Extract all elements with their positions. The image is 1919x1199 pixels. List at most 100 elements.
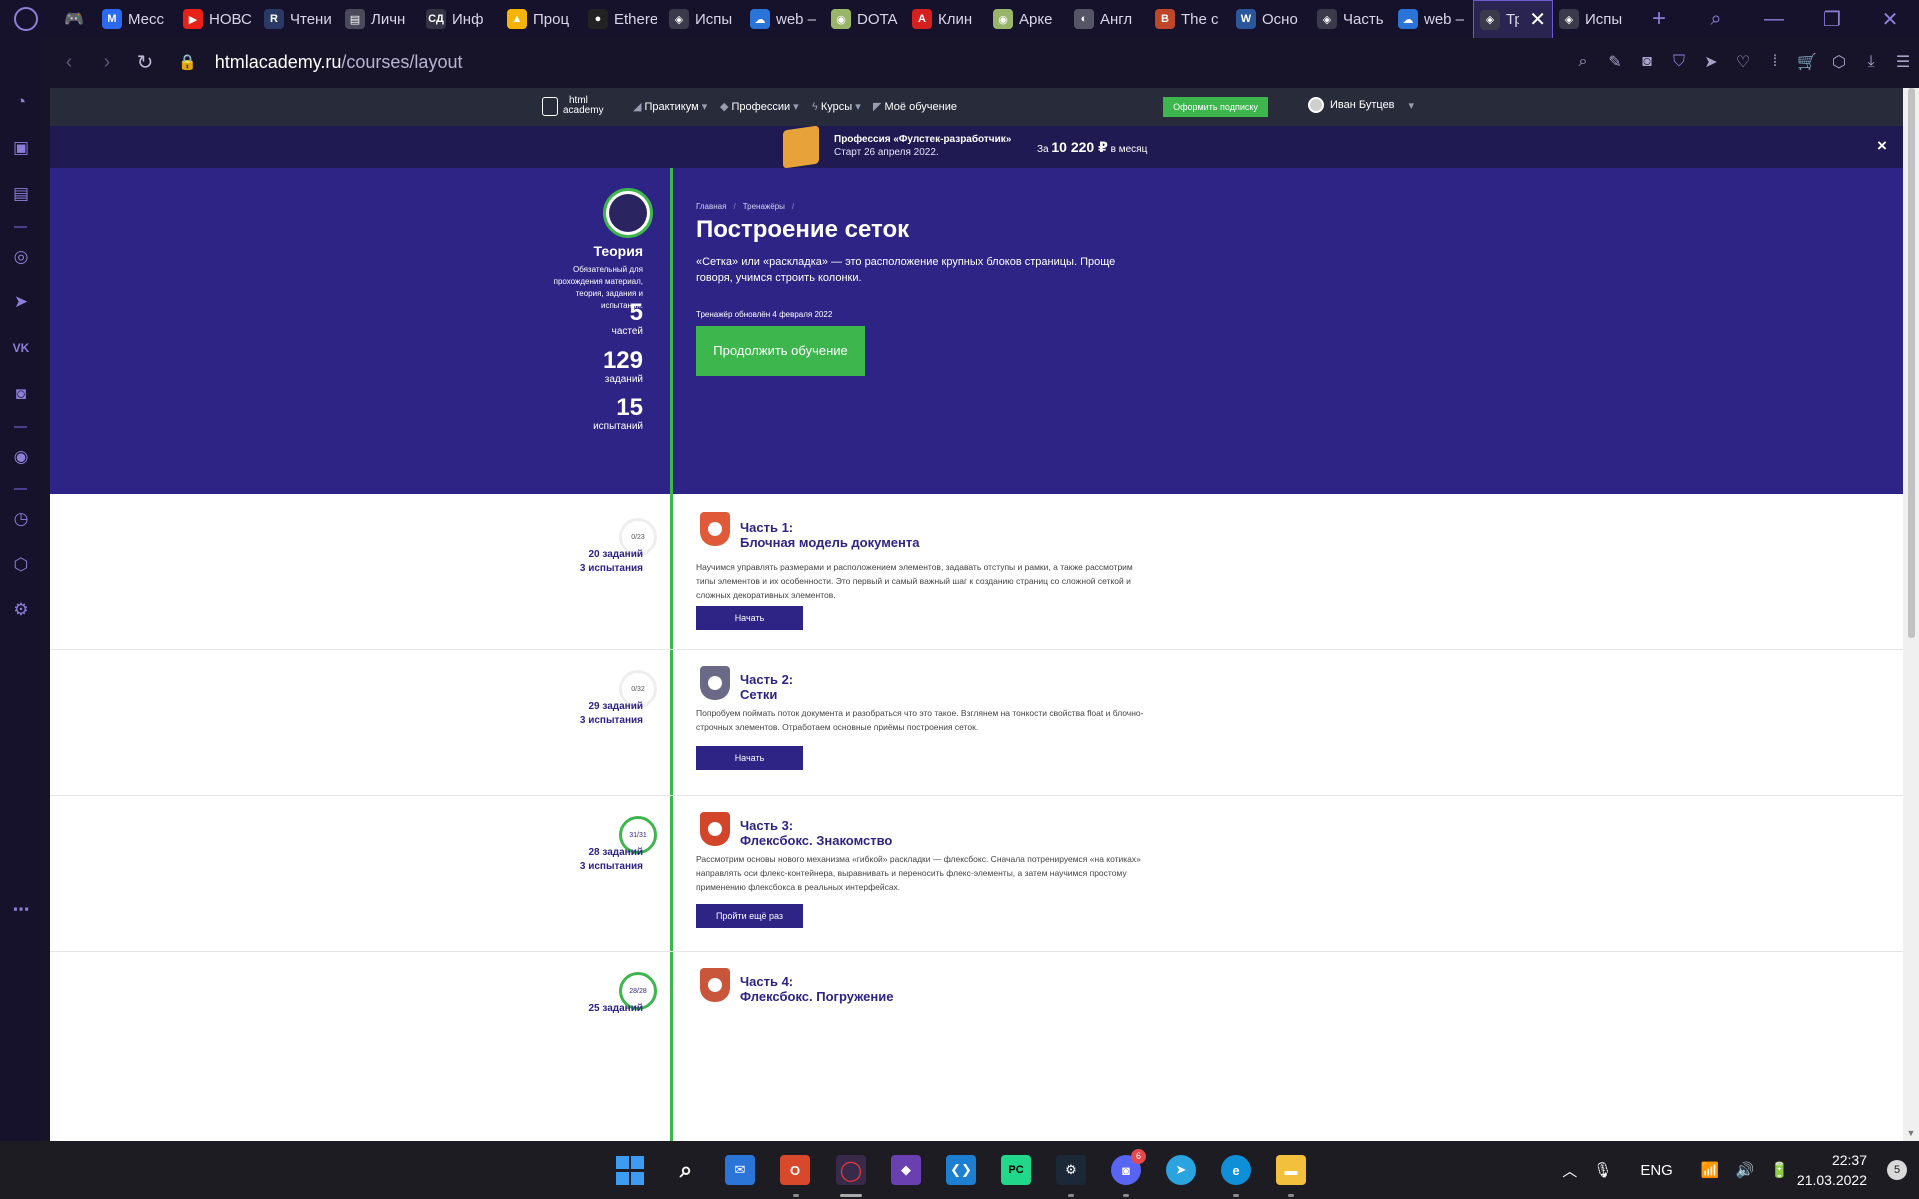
pycharm-icon[interactable]: PC	[1001, 1155, 1031, 1185]
part-title[interactable]: Часть 3: Флексбокс. Знакомство	[740, 818, 892, 848]
part-start-button[interactable]: Начать	[696, 746, 803, 770]
office-icon[interactable]: O	[780, 1155, 810, 1185]
browser-tab[interactable]: ◐ Англ	[1068, 0, 1149, 38]
settings-gear-icon[interactable]: ⚙	[9, 598, 33, 622]
browser-tab[interactable]: ☁ web –	[744, 0, 825, 38]
scroll-down-icon[interactable]: ▼	[1903, 1128, 1919, 1138]
search-tabs-icon[interactable]: ⌕	[1687, 8, 1745, 31]
opera-gx-icon[interactable]: ◯	[836, 1155, 866, 1185]
visual-studio-icon[interactable]: ◆	[891, 1155, 921, 1185]
browser-tab[interactable]: ◈ Испы	[663, 0, 744, 38]
browser-tab[interactable]: A Клин	[906, 0, 987, 38]
tab-label: Осно	[1262, 10, 1298, 28]
new-tab-icon[interactable]: +	[1634, 5, 1684, 33]
browser-tab[interactable]: ◉ Арке	[987, 0, 1068, 38]
page-scrollbar[interactable]: ▲ ▼	[1903, 88, 1919, 1141]
part-start-button[interactable]: Пройти ещё раз	[696, 904, 803, 928]
telegram-icon[interactable]: ➤	[9, 290, 33, 314]
wifi-icon[interactable]: 📶	[1701, 1161, 1720, 1179]
whatsapp-icon[interactable]: ◎	[9, 245, 33, 269]
part-start-button[interactable]: Начать	[696, 606, 803, 630]
scrollbar-thumb[interactable]	[1908, 88, 1915, 638]
nav-courses[interactable]: ϟ Курсы ▾	[812, 100, 861, 113]
language-indicator[interactable]: ENG	[1640, 1162, 1673, 1179]
edit-icon[interactable]: ✎	[1599, 52, 1631, 72]
vpn-shield-icon[interactable]: ⛉	[1663, 53, 1695, 71]
browser-tab[interactable]: ▤ Личн	[339, 0, 420, 38]
start-icon[interactable]	[615, 1155, 645, 1185]
nav-my-learning[interactable]: ◤ Моё обучение	[873, 100, 957, 113]
browser-tab[interactable]: ◉ DOTA	[825, 0, 906, 38]
browser-tab[interactable]: ● Ethere	[582, 0, 663, 38]
twitch-icon[interactable]: ▤	[9, 182, 33, 206]
close-tab-icon[interactable]: ✕	[1529, 7, 1546, 32]
breadcrumb-home[interactable]: Главная	[696, 202, 726, 211]
lightning-icon: ϟ	[812, 101, 821, 113]
send-icon[interactable]: ➤	[1695, 52, 1727, 72]
edge-icon[interactable]: e	[1221, 1155, 1251, 1185]
briefcase-icon[interactable]: ▣	[9, 136, 33, 160]
nav-practicum[interactable]: ◢ Практикум ▾	[633, 100, 707, 113]
clock[interactable]: 22:37 21.03.2022	[1797, 1150, 1867, 1190]
browser-tab[interactable]: W Осно	[1230, 0, 1311, 38]
player-icon[interactable]: ◉	[9, 445, 33, 469]
vscode-icon[interactable]: ❮❯	[946, 1155, 976, 1185]
mail-icon[interactable]: ✉	[725, 1155, 755, 1185]
lock-icon[interactable]: 🔒	[178, 53, 197, 71]
subscribe-button[interactable]: Оформить подписку	[1163, 97, 1268, 117]
battery-icon[interactable]: 🔋	[1770, 1161, 1789, 1179]
forward-icon[interactable]: ›	[88, 51, 126, 74]
browser-tab[interactable]: M Месс	[96, 0, 177, 38]
close-window-icon[interactable]: ✕	[1861, 7, 1919, 32]
search-icon[interactable]: ⌕	[671, 1155, 701, 1185]
volume-icon[interactable]: 🔊	[1736, 1161, 1755, 1179]
part-title[interactable]: Часть 1: Блочная модель документа	[740, 520, 920, 550]
url-field[interactable]: htmlacademy.ru/courses/layout	[215, 52, 463, 73]
browser-tab[interactable]: СД Инф	[420, 0, 501, 38]
browser-tab[interactable]: B The c	[1149, 0, 1230, 38]
chevron-up-icon[interactable]: ︿	[1562, 1160, 1577, 1181]
continue-learning-button[interactable]: Продолжить обучение	[696, 326, 865, 376]
telegram-icon[interactable]: ➤	[1166, 1155, 1196, 1185]
promo-close-icon[interactable]: ×	[1877, 136, 1887, 156]
part-title[interactable]: Часть 4: Флексбокс. Погружение	[740, 974, 893, 1004]
cube-icon[interactable]: ⬡	[1823, 52, 1855, 72]
browser-tab[interactable]: ▶ НОВС	[177, 0, 258, 38]
address-tools: ⌕ ✎ ◙ ⛉ ➤ ♡ ⁞ 🛒 ⬡ ⤓ ☰	[1567, 42, 1919, 82]
restore-icon[interactable]: ❐	[1803, 7, 1861, 32]
promo-price: За 10 220 ₽ в месяц	[1037, 139, 1147, 156]
discord-icon[interactable]: ◙	[9, 382, 33, 406]
browser-tab[interactable]: ☁ web –	[1392, 0, 1473, 38]
file-explorer-icon[interactable]: ▬	[1276, 1155, 1306, 1185]
history-icon[interactable]: ◷	[9, 507, 33, 531]
breadcrumb-trainers[interactable]: Тренажёры	[743, 202, 785, 211]
heart-icon[interactable]: ♡	[1727, 52, 1759, 72]
back-icon[interactable]: ‹	[50, 51, 88, 74]
camera-icon[interactable]: ◙	[1631, 53, 1663, 71]
speed-icon[interactable]: ◔	[9, 90, 33, 114]
search-page-icon[interactable]: ⌕	[1567, 53, 1599, 71]
opera-menu-icon[interactable]	[0, 0, 52, 38]
promo-banner[interactable]: Профессия «Фулстек-разработчик» Старт 26…	[50, 125, 1903, 169]
browser-tab[interactable]: ▲ Проц	[501, 0, 582, 38]
microphone-icon[interactable]: 🎙	[1593, 1161, 1612, 1179]
browser-tab[interactable]: ◈ Часть	[1311, 0, 1392, 38]
gx-corner-icon[interactable]: 🎮	[52, 0, 96, 38]
steam-icon[interactable]: ⚙	[1056, 1155, 1086, 1185]
nav-professions[interactable]: ◆ Профессии ▾	[720, 100, 799, 113]
cart-icon[interactable]: 🛒	[1791, 52, 1823, 72]
reload-icon[interactable]: ↻	[126, 50, 164, 75]
more-options-icon[interactable]: ⋯	[9, 898, 33, 922]
settings-sliders-icon[interactable]: ☰	[1887, 52, 1919, 72]
minimize-icon[interactable]: —	[1745, 8, 1803, 31]
extensions-cube-icon[interactable]: ⬡	[9, 553, 33, 577]
browser-tab[interactable]: R Чтени	[258, 0, 339, 38]
vk-icon[interactable]: VK	[9, 336, 33, 360]
tab-next[interactable]: ◈ Испы	[1553, 0, 1634, 38]
user-menu[interactable]: Иван Бутцев ▾	[1308, 97, 1414, 113]
download-icon[interactable]: ⤓	[1855, 53, 1887, 71]
notification-count[interactable]: 5	[1887, 1160, 1907, 1180]
part-title[interactable]: Часть 2: Сетки	[740, 672, 793, 702]
site-logo[interactable]: html academy	[542, 96, 604, 116]
tab-active[interactable]: ◈ Тр ✕	[1473, 0, 1553, 38]
